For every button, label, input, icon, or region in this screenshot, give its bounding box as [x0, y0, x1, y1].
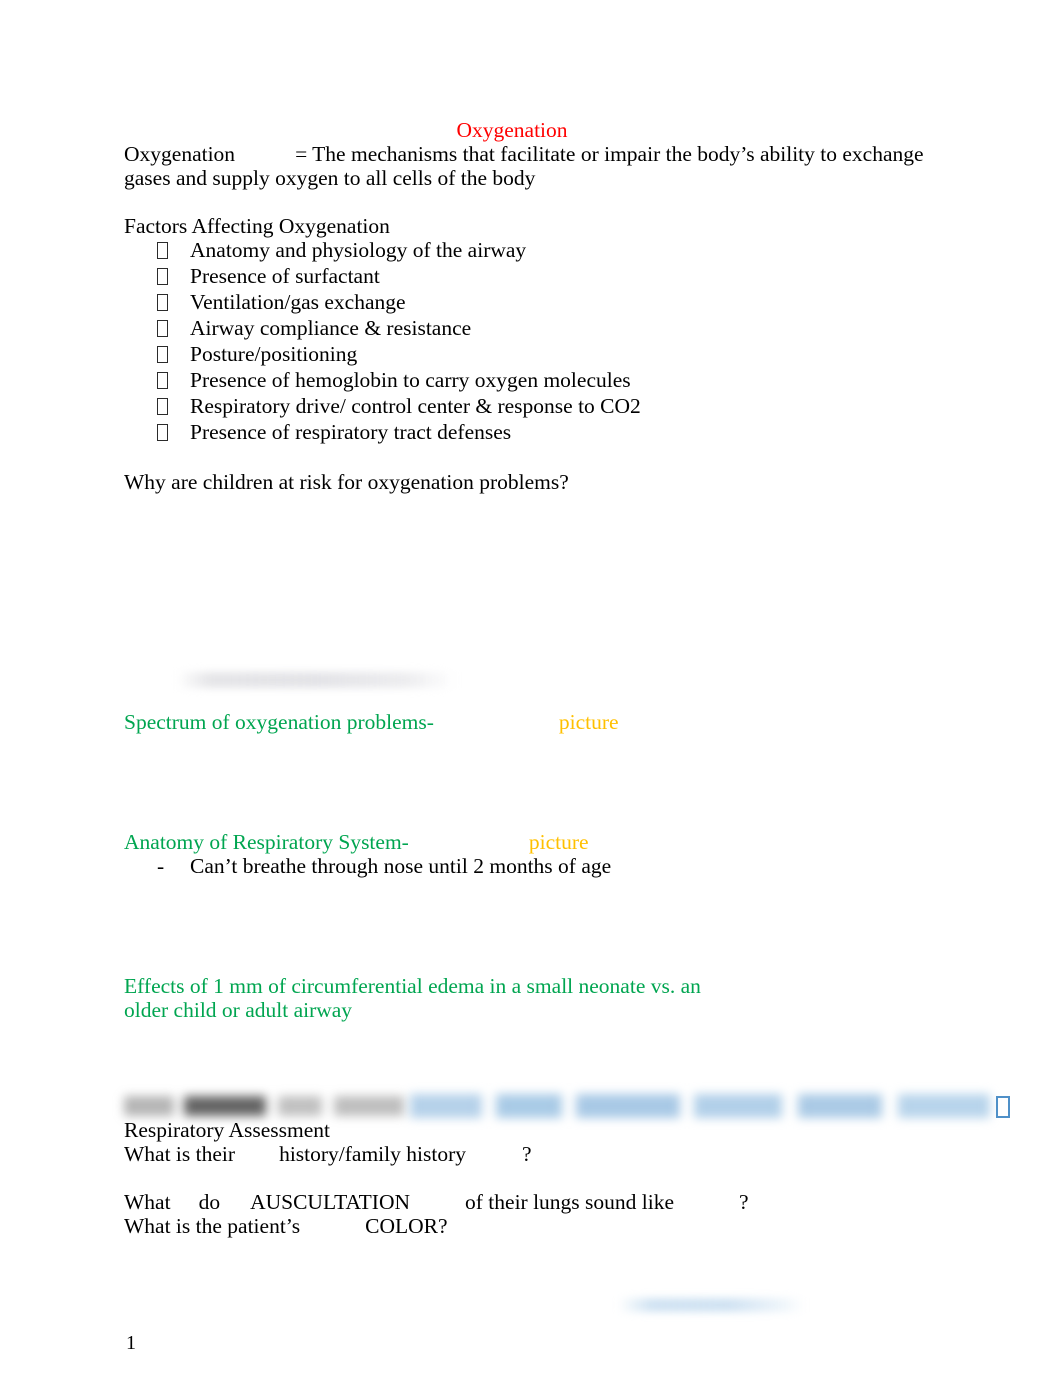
history-line-part3: ? [521, 1142, 532, 1166]
list-item-label: Posture/positioning [190, 342, 358, 366]
factors-list: Anatomy and physiology of the airway Pre… [124, 238, 944, 446]
assessment-heading: Respiratory Assessment [124, 1118, 331, 1142]
assessment-color-line: What is the patient’s COLOR? [124, 1214, 944, 1238]
blurred-smudge-bottom [618, 1298, 804, 1312]
bullet-missing-glyph-icon [157, 422, 190, 446]
color-line-part1: What is the patient’s [124, 1214, 301, 1238]
list-item-label: Presence of respiratory tract defenses [190, 420, 512, 444]
oxygenation-definition: Oxygenation = The mechanisms that facilit… [124, 142, 944, 190]
bullet-missing-glyph-icon [157, 344, 190, 368]
auscultation-part2: do [198, 1190, 221, 1214]
spectrum-picture-label: picture [558, 710, 619, 734]
list-item: Presence of hemoglobin to carry oxygen m… [124, 368, 944, 394]
auscultation-part1: What [124, 1190, 171, 1214]
auscultation-part5: ? [739, 1190, 749, 1214]
list-item-label: Ventilation/gas exchange [190, 290, 406, 314]
list-item: Posture/positioning [124, 342, 944, 368]
color-line-part2: COLOR? [365, 1214, 448, 1238]
factors-heading: Factors Affecting Oxygenation [124, 214, 390, 238]
children-risk-question: Why are children at risk for oxygenation… [124, 470, 569, 494]
redacted-missing-glyph-icon [996, 1096, 1010, 1120]
edema-heading-line-2: older child or adult airway [124, 998, 353, 1022]
anatomy-sub-item-label: Can’t breathe through nose until 2 month… [190, 854, 612, 878]
anatomy-sub-item: - Can’t breathe through nose until 2 mon… [124, 854, 944, 878]
list-item: Ventilation/gas exchange [124, 290, 944, 316]
definition-text: = The mechanisms that facilitate or impa… [124, 142, 924, 190]
spectrum-heading: Spectrum of oxygenation problems- [124, 710, 434, 734]
list-item: Airway compliance & resistance [124, 316, 944, 342]
list-item-label: Presence of surfactant [190, 264, 380, 288]
assessment-history-line: What is their history/family history? [124, 1142, 944, 1166]
list-item: Presence of surfactant [124, 264, 944, 290]
bullet-missing-glyph-icon [157, 370, 190, 394]
assessment-auscultation-line: What do AUSCULTATION of their lungs sound l… [124, 1190, 944, 1214]
spectrum-heading-row: Spectrum of oxygenation problems-picture [124, 710, 944, 734]
bullet-missing-glyph-icon [157, 318, 190, 342]
definition-term: Oxygenation [124, 142, 236, 166]
anatomy-heading-row: Anatomy of Respiratory System-picture [124, 830, 944, 854]
dash-bullet-icon: - [157, 854, 165, 878]
auscultation-part3: AUSCULTATION [250, 1190, 411, 1214]
bullet-missing-glyph-icon [157, 292, 190, 316]
list-item-label: Presence of hemoglobin to carry oxygen m… [190, 368, 631, 392]
anatomy-heading: Anatomy of Respiratory System- [124, 830, 409, 854]
list-item: Anatomy and physiology of the airway [124, 238, 944, 264]
bullet-missing-glyph-icon [157, 240, 190, 264]
document-page: Oxygenation Oxygenation = The mechanisms … [0, 0, 1062, 1377]
document-body: Oxygenation Oxygenation = The mechanisms … [124, 118, 944, 1238]
anatomy-picture-label: picture [528, 830, 589, 854]
list-item: Presence of respiratory tract defenses [124, 420, 944, 446]
bullet-missing-glyph-icon [157, 396, 190, 420]
list-item-label: Anatomy and physiology of the airway [190, 238, 527, 262]
document-title: Oxygenation [456, 118, 568, 142]
list-item: Respiratory drive/ control center & resp… [124, 394, 944, 420]
history-line-part2: history/family history [279, 1142, 466, 1166]
list-item-label: Respiratory drive/ control center & resp… [190, 394, 641, 418]
page-number: 1 [126, 1332, 136, 1354]
history-line-part1: What is their [124, 1142, 236, 1166]
auscultation-part4: of their lungs sound like [465, 1190, 675, 1214]
redacted-line [124, 1166, 944, 1190]
bullet-missing-glyph-icon [157, 266, 190, 290]
list-item-label: Airway compliance & resistance [190, 316, 472, 340]
edema-heading-line-1: Effects of 1 mm of circumferential edema… [124, 974, 701, 998]
